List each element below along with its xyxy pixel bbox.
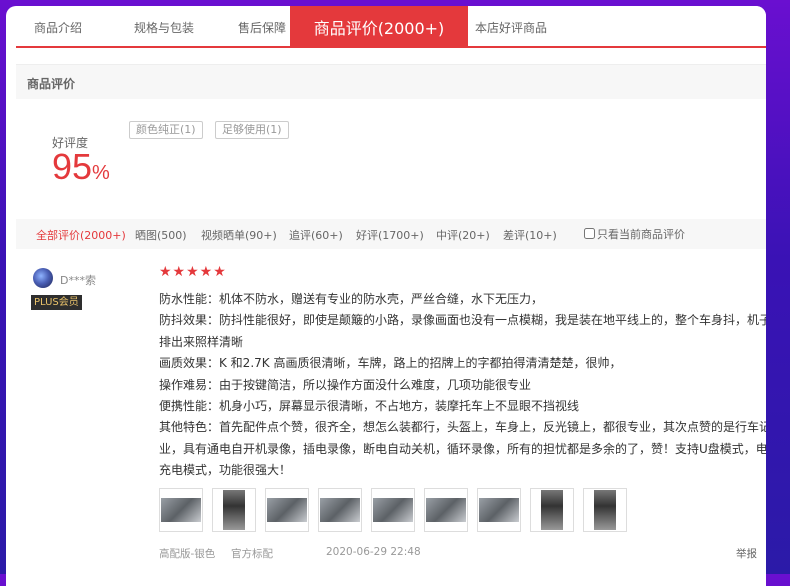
avatar[interactable] [33,268,53,288]
filter-video[interactable]: 视频晒单(90+) [201,227,277,243]
filter-followup[interactable]: 追评(60+) [289,227,343,243]
only-current-product-toggle[interactable]: 只看当前商品评价 [584,226,685,242]
review-photo[interactable] [318,488,362,532]
reviewer-name: D***索 [60,274,96,287]
rating-unit: % [92,162,110,184]
only-current-label: 只看当前商品评价 [597,228,685,241]
filter-all[interactable]: 全部评价(2000+) [36,227,126,243]
tab-specs-packaging[interactable]: 规格与包装 [112,6,216,46]
tab-store-top-rated[interactable]: 本店好评商品 [468,6,554,46]
review-date: 2020-06-29 22:48 [326,546,421,558]
star-rating: ★★★★★ [159,264,227,280]
report-link[interactable]: 举报 [736,546,757,561]
tab-product-intro[interactable]: 商品介绍 [16,6,100,46]
review-photo[interactable] [265,488,309,532]
review-photo[interactable] [212,488,256,532]
review-photo[interactable] [583,488,627,532]
review-line: 防水性能：机体不防水，赠送有专业的防水壳，严丝合缝，水下无压力， [159,292,544,306]
review-photo[interactable] [371,488,415,532]
review-line: 操作难易：由于按键简洁，所以操作方面没什么难度，几项功能很专业 [159,377,532,392]
filter-negative[interactable]: 差评(10+) [503,227,557,243]
review-tag-color[interactable]: 颜色纯正(1) [129,121,203,139]
tab-reviews[interactable]: 商品评价(2000+) [290,6,468,48]
filter-positive[interactable]: 好评(1700+) [356,227,424,243]
review-photo[interactable] [477,488,521,532]
rating-value: 95% [52,146,110,188]
section-title: 商品评价 [27,77,76,91]
review-line: 充电模式，功能很强大！ [159,463,292,478]
rating-number: 95 [52,146,93,187]
reviews-section-header: 商品评价 [16,64,766,99]
review-tag-enough[interactable]: 足够使用(1) [215,121,289,139]
plus-member-badge: PLUS会员 [31,295,82,310]
review-content: 防水性能：机体不防水，赠送有专业的防水壳，严丝合缝，水下无压力， 防抖效果：防抖… [159,289,766,482]
review-filter-bar: 全部评价(2000+) 晒图(500) 视频晒单(90+) 追评(60+) 好评… [16,219,766,249]
product-spec: 官方标配 [231,548,273,560]
review-line: 防抖效果：防抖性能很好，即使是颠簸的小路，录像画面也没有一点模糊，我是装在地平线… [159,313,766,328]
review-line: 业，具有通电自开机录像，插电录像，断电自动关机，循环录像，所有的担忧都是多余的了… [159,441,766,456]
filter-neutral[interactable]: 中评(20+) [436,227,490,243]
review-photo[interactable] [530,488,574,532]
review-photo[interactable] [159,488,203,532]
review-line: 其他特色：首先配件点个赞，很齐全，想怎么装都行，头盔上，车身上，反光镜上，都很专… [159,420,766,435]
review-line: 便携性能：机身小巧，屏幕显示很清晰，不占地方，装摩托车上不显眼不挡视线 [159,399,580,414]
review-photo[interactable] [424,488,468,532]
only-current-checkbox[interactable] [584,228,595,239]
product-variant: 高配版-银色 [159,548,216,560]
product-panel: 商品介绍 规格与包装 售后保障 商品评价(2000+) 本店好评商品 商品评价 … [6,6,766,586]
product-tabs: 商品介绍 规格与包装 售后保障 商品评价(2000+) 本店好评商品 [16,6,766,48]
filter-photos[interactable]: 晒图(500) [135,227,187,243]
review-line: 排出来照样清晰 [159,334,244,349]
review-line: 画质效果：K 和2.7K 高画质很清晰，车牌，路上的招牌上的字都拍得清清楚楚，很… [159,356,622,371]
